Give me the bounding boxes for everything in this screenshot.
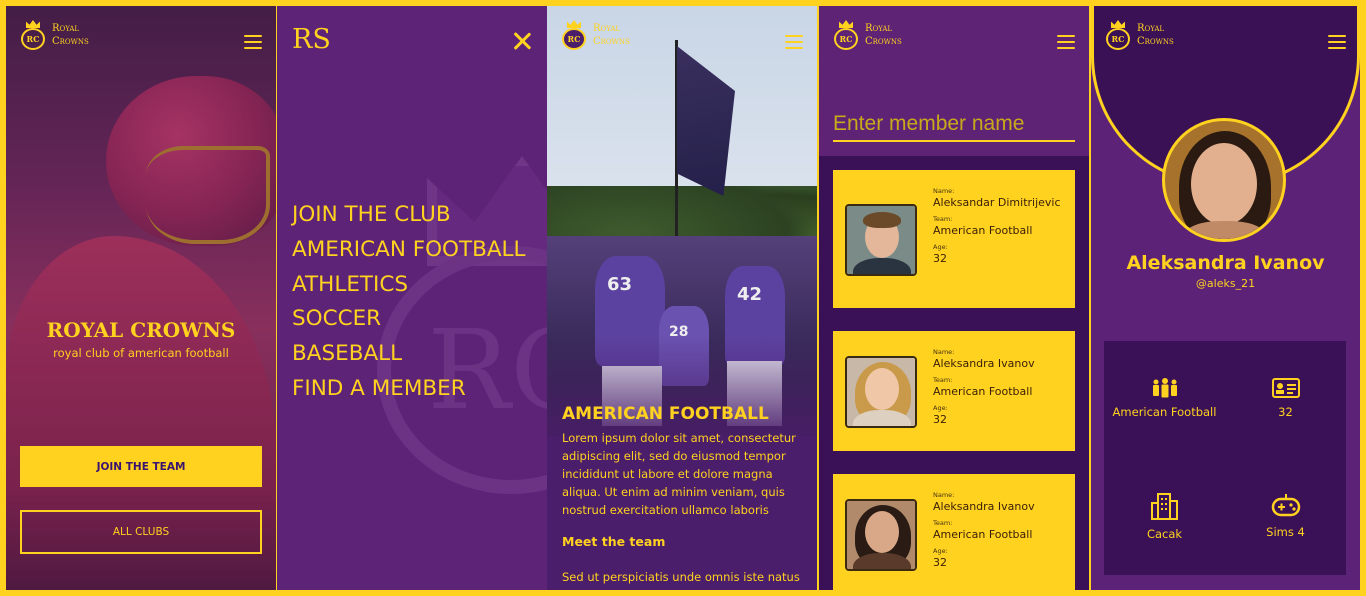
logo[interactable]: RC Royal Crowns (20, 20, 89, 50)
hamburger-menu-icon[interactable] (1057, 35, 1075, 49)
hamburger-menu-icon[interactable] (244, 35, 262, 49)
jersey-number: 63 (607, 274, 633, 295)
member-team: American Football (933, 528, 1033, 541)
name-label: Name: (933, 348, 955, 356)
team-label: Team: (933, 215, 953, 223)
hero-subtitle: royal club of american football (53, 346, 229, 360)
member-photo (845, 499, 917, 571)
jersey-number: 42 (737, 284, 763, 305)
member-photo (845, 204, 917, 276)
article-title: AMERICAN FOOTBALL (562, 404, 769, 424)
stat-hobby-value: Sims 4 (1266, 525, 1305, 539)
logo-line2: Crowns (1137, 36, 1174, 47)
all-clubs-button[interactable]: ALL CLUBS (20, 510, 262, 554)
member-name: Aleksandar Dimitrijevic (933, 196, 1061, 209)
article-body: Lorem ipsum dolor sit amet, consectetur … (562, 431, 796, 517)
age-label: Age: (933, 243, 948, 251)
logo-line1: Royal (865, 23, 893, 34)
name-label: Name: (933, 187, 955, 195)
team-icon (1152, 378, 1177, 398)
stat-age: 32 (1225, 377, 1346, 419)
hero-overlay (6, 6, 276, 590)
crest-icon: RC (833, 20, 859, 50)
age-label: Age: (933, 404, 948, 412)
stat-team-value: American Football (1112, 405, 1217, 419)
hero-title: ROYAL CROWNS (46, 318, 236, 342)
logo-line1: Royal (52, 23, 80, 34)
member-card[interactable]: Name: Aleksandra Ivanov Team: American F… (833, 474, 1075, 590)
team-label: Team: (933, 376, 953, 384)
profile-name: Aleksandra Ivanov (1126, 252, 1325, 274)
name-label: Name: (933, 491, 955, 499)
stat-team: American Football (1104, 377, 1225, 419)
menu-item-american-football[interactable]: AMERICAN FOOTBALL (292, 233, 526, 268)
stat-age-value: 32 (1278, 405, 1293, 419)
menu-item-soccer[interactable]: SOCCER (292, 302, 526, 337)
brand-mark[interactable]: RS (292, 24, 331, 55)
member-team: American Football (933, 224, 1033, 237)
close-icon[interactable] (513, 32, 531, 50)
menu-item-athletics[interactable]: ATHLETICS (292, 268, 526, 303)
crest-icon: RC (1105, 20, 1131, 50)
member-team: American Football (933, 385, 1033, 398)
profile-stats: American Football 32 Cacak Sims 4 (1104, 341, 1346, 575)
join-team-button[interactable]: JOIN THE TEAM (20, 446, 262, 487)
member-name: Aleksandra Ivanov (933, 500, 1035, 513)
hamburger-menu-icon[interactable] (1328, 35, 1346, 49)
home-screen: RC Royal Crowns ROYAL CROWNS royal club o… (6, 6, 276, 590)
menu-screen: RC RS JOIN THE CLUB AMERICAN FOOTBALL AT… (277, 6, 547, 590)
profile-handle: @aleks_21 (1195, 277, 1256, 290)
member-age: 32 (933, 556, 947, 569)
menu-item-find-member[interactable]: FIND A MEMBER (292, 372, 526, 407)
member-card[interactable]: Name: Aleksandra Ivanov Team: American F… (833, 331, 1075, 451)
gamepad-icon (1271, 494, 1300, 517)
members-screen: RC Royal Crowns Name: Aleksandar Dimitrij… (819, 6, 1089, 590)
profile-screen: RC Royal Crowns Aleksandra Ivanov @aleks_… (1091, 6, 1360, 590)
id-card-icon (1271, 378, 1300, 398)
logo[interactable]: RC Royal Crowns (833, 20, 902, 50)
member-card[interactable]: Name: Aleksandar Dimitrijevic Team: Amer… (833, 170, 1075, 308)
main-menu: JOIN THE CLUB AMERICAN FOOTBALL ATHLETIC… (292, 198, 526, 407)
menu-item-baseball[interactable]: BASEBALL (292, 337, 526, 372)
age-label: Age: (933, 547, 948, 555)
member-age: 32 (933, 413, 947, 426)
article-screen: 63 42 28 RC Royal Crowns AMERICAN FOOTBAL… (547, 6, 817, 590)
article-body-continued: Sed ut perspiciatis unde omnis iste natu… (562, 570, 800, 584)
logo-line2: Crowns (52, 36, 89, 47)
member-search (833, 112, 1075, 142)
hamburger-menu-icon[interactable] (785, 35, 803, 49)
member-search-input[interactable] (833, 112, 1075, 136)
stat-hobby: Sims 4 (1225, 493, 1346, 539)
crest-icon: RC (561, 20, 587, 50)
logo-line1: Royal (1137, 23, 1165, 34)
logo-line2: Crowns (593, 36, 630, 47)
city-icon (1150, 493, 1178, 520)
crest-icon: RC (20, 20, 46, 50)
logo[interactable]: RC Royal Crowns (1105, 20, 1174, 50)
article-subheading: Meet the team (562, 534, 666, 549)
logo[interactable]: RC Royal Crowns (561, 20, 630, 50)
team-label: Team: (933, 519, 953, 527)
logo-line1: Royal (593, 23, 621, 34)
menu-item-join-club[interactable]: JOIN THE CLUB (292, 198, 526, 233)
member-age: 32 (933, 252, 947, 265)
stat-city-value: Cacak (1146, 527, 1183, 541)
stat-city: Cacak (1104, 491, 1225, 541)
avatar (1162, 118, 1286, 242)
member-photo (845, 356, 917, 428)
logo-line2: Crowns (865, 36, 902, 47)
member-name: Aleksandra Ivanov (933, 357, 1035, 370)
